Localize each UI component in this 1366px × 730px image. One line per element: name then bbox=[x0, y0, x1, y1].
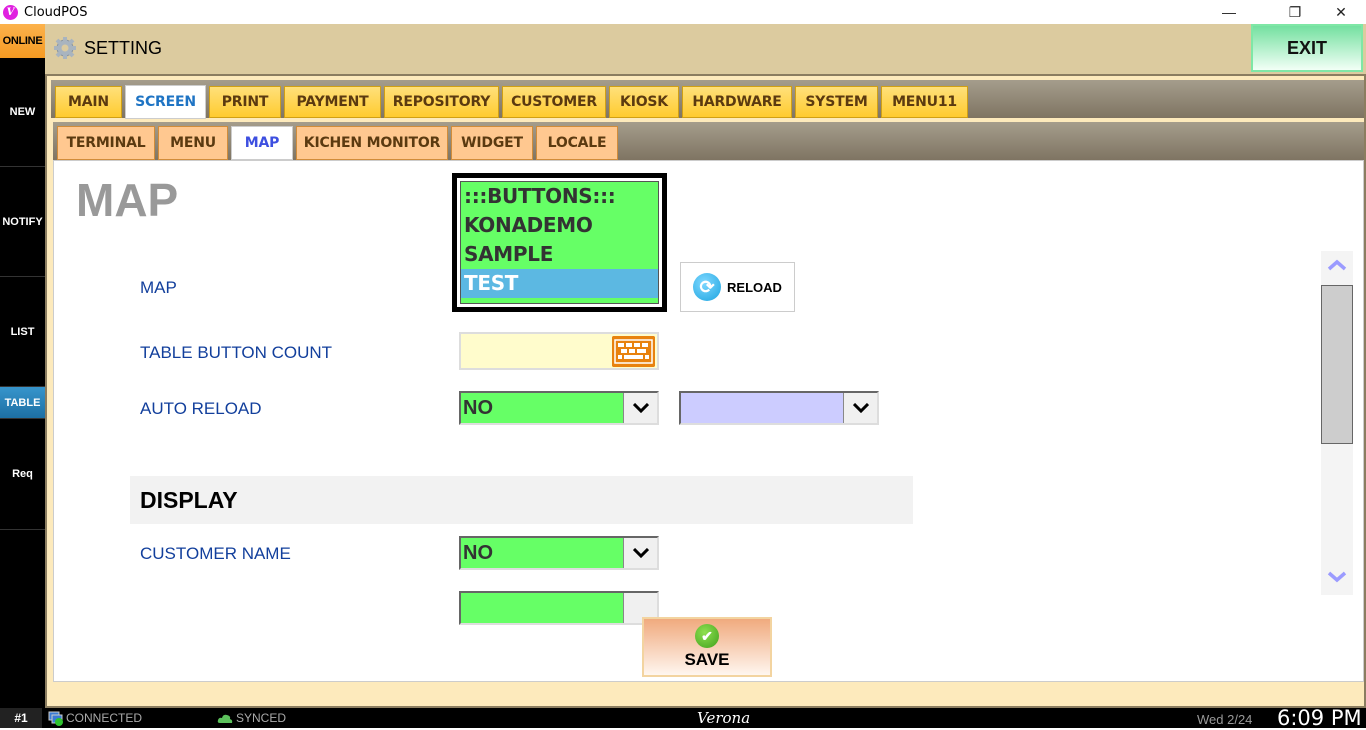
next-setting-select[interactable] bbox=[459, 591, 659, 625]
reload-label: RELOAD bbox=[727, 279, 782, 295]
main-tab-bar: MAIN SCREEN PRINT PAYMENT REPOSITORY CUS… bbox=[51, 80, 1364, 119]
save-label: SAVE bbox=[684, 650, 730, 669]
chevron-down-icon[interactable] bbox=[623, 538, 657, 568]
chevron-down-icon[interactable] bbox=[623, 393, 657, 423]
auto-reload-interval-select[interactable] bbox=[679, 391, 879, 425]
display-section-header: DISPLAY bbox=[130, 476, 913, 524]
sidebar-item-req[interactable]: Req bbox=[0, 419, 45, 530]
connection-status: CONNECTED bbox=[66, 711, 143, 725]
subtab-widget[interactable]: WIDGET bbox=[451, 126, 533, 160]
header-bar: SETTING EXIT bbox=[45, 24, 1366, 74]
map-label: MAP bbox=[140, 278, 177, 297]
save-button[interactable]: ✔ SAVE bbox=[642, 617, 772, 677]
tab-system[interactable]: SYSTEM bbox=[795, 86, 878, 118]
minimize-button[interactable]: — bbox=[1206, 0, 1252, 24]
customer-name-label: CUSTOMER NAME bbox=[140, 544, 291, 563]
settings-frame: MAIN SCREEN PRINT PAYMENT REPOSITORY CUS… bbox=[45, 74, 1366, 708]
sidebar-item-new[interactable]: NEW bbox=[0, 58, 45, 167]
status-time: 6:09 PM bbox=[1277, 706, 1362, 730]
customer-name-select[interactable]: NO bbox=[459, 536, 659, 570]
vertical-scrollbar[interactable] bbox=[1321, 251, 1353, 595]
tab-customer[interactable]: CUSTOMER bbox=[502, 86, 606, 118]
checkmark-icon: ✔ bbox=[695, 624, 719, 648]
tab-main[interactable]: MAIN bbox=[55, 86, 122, 118]
terminal-number: #1 bbox=[0, 708, 42, 728]
table-button-count-input[interactable] bbox=[459, 332, 659, 370]
display-section-title: DISPLAY bbox=[140, 487, 238, 513]
auto-reload-label: AUTO RELOAD bbox=[140, 399, 262, 418]
subtab-locale[interactable]: LOCALE bbox=[536, 126, 618, 160]
reload-button[interactable]: ⟳ RELOAD bbox=[680, 262, 795, 312]
page-title: SETTING bbox=[84, 38, 163, 58]
network-connected-icon bbox=[48, 711, 63, 726]
cloud-synced-icon bbox=[217, 714, 233, 723]
tab-payment[interactable]: PAYMENT bbox=[284, 86, 381, 118]
sidebar: ONLINE NEW NOTIFY LIST TABLE Req bbox=[0, 24, 45, 708]
tab-kiosk[interactable]: KIOSK bbox=[609, 86, 679, 118]
tab-menu11[interactable]: MENU11 bbox=[881, 86, 968, 118]
subtab-menu[interactable]: MENU bbox=[158, 126, 228, 160]
app-title: CloudPOS bbox=[24, 4, 88, 20]
table-button-count-label: TABLE BUTTON COUNT bbox=[140, 343, 333, 362]
status-bar: #1 CONNECTED SYNCED Verona Wed 2/24 6:09… bbox=[0, 706, 1366, 730]
app-logo-icon: V bbox=[3, 4, 18, 20]
tab-repository[interactable]: REPOSITORY bbox=[384, 86, 499, 118]
refresh-icon: ⟳ bbox=[693, 273, 722, 301]
status-date: Wed 2/24 bbox=[1197, 712, 1253, 727]
tab-hardware[interactable]: HARDWARE bbox=[682, 86, 792, 118]
scroll-up-icon[interactable] bbox=[1327, 259, 1347, 271]
map-option-buttons[interactable]: :::BUTTONS::: bbox=[461, 182, 658, 211]
online-status-badge[interactable]: ONLINE bbox=[0, 24, 45, 58]
restore-button[interactable]: ❐ bbox=[1272, 0, 1318, 24]
sidebar-item-list[interactable]: LIST bbox=[0, 277, 45, 387]
close-window-button[interactable]: ✕ bbox=[1318, 0, 1364, 24]
scroll-thumb[interactable] bbox=[1321, 285, 1353, 444]
tab-screen[interactable]: SCREEN bbox=[125, 85, 206, 119]
subtab-map[interactable]: MAP bbox=[231, 126, 293, 160]
keyboard-icon[interactable] bbox=[612, 336, 655, 367]
scroll-down-icon[interactable] bbox=[1327, 571, 1347, 583]
tab-print[interactable]: PRINT bbox=[209, 86, 281, 118]
sidebar-item-table[interactable]: TABLE bbox=[0, 387, 45, 419]
sync-status: SYNCED bbox=[236, 711, 287, 725]
exit-button[interactable]: EXIT bbox=[1251, 24, 1363, 72]
map-option-test[interactable]: TEST bbox=[461, 269, 658, 298]
map-option-sample[interactable]: SAMPLE bbox=[461, 240, 658, 269]
subtab-terminal[interactable]: TERMINAL bbox=[57, 126, 155, 160]
chevron-down-icon[interactable] bbox=[843, 393, 877, 423]
sub-tab-bar: TERMINAL MENU MAP KICHEN MONITOR WIDGET … bbox=[53, 122, 1364, 160]
store-location: Verona bbox=[697, 709, 751, 727]
map-option-konademo[interactable]: KONADEMO bbox=[461, 211, 658, 240]
auto-reload-select[interactable]: NO bbox=[459, 391, 659, 425]
settings-content: MAP MAP :::BUTTONS::: KONADEMO SAMPLE TE… bbox=[53, 160, 1364, 682]
sidebar-item-notify[interactable]: NOTIFY bbox=[0, 167, 45, 277]
gear-icon bbox=[54, 37, 76, 59]
map-listbox[interactable]: :::BUTTONS::: KONADEMO SAMPLE TEST bbox=[452, 173, 667, 312]
section-heading: MAP bbox=[76, 174, 179, 226]
subtab-kitchen-monitor[interactable]: KICHEN MONITOR bbox=[296, 126, 448, 160]
window-titlebar: V CloudPOS — ❐ ✕ bbox=[0, 0, 1366, 24]
